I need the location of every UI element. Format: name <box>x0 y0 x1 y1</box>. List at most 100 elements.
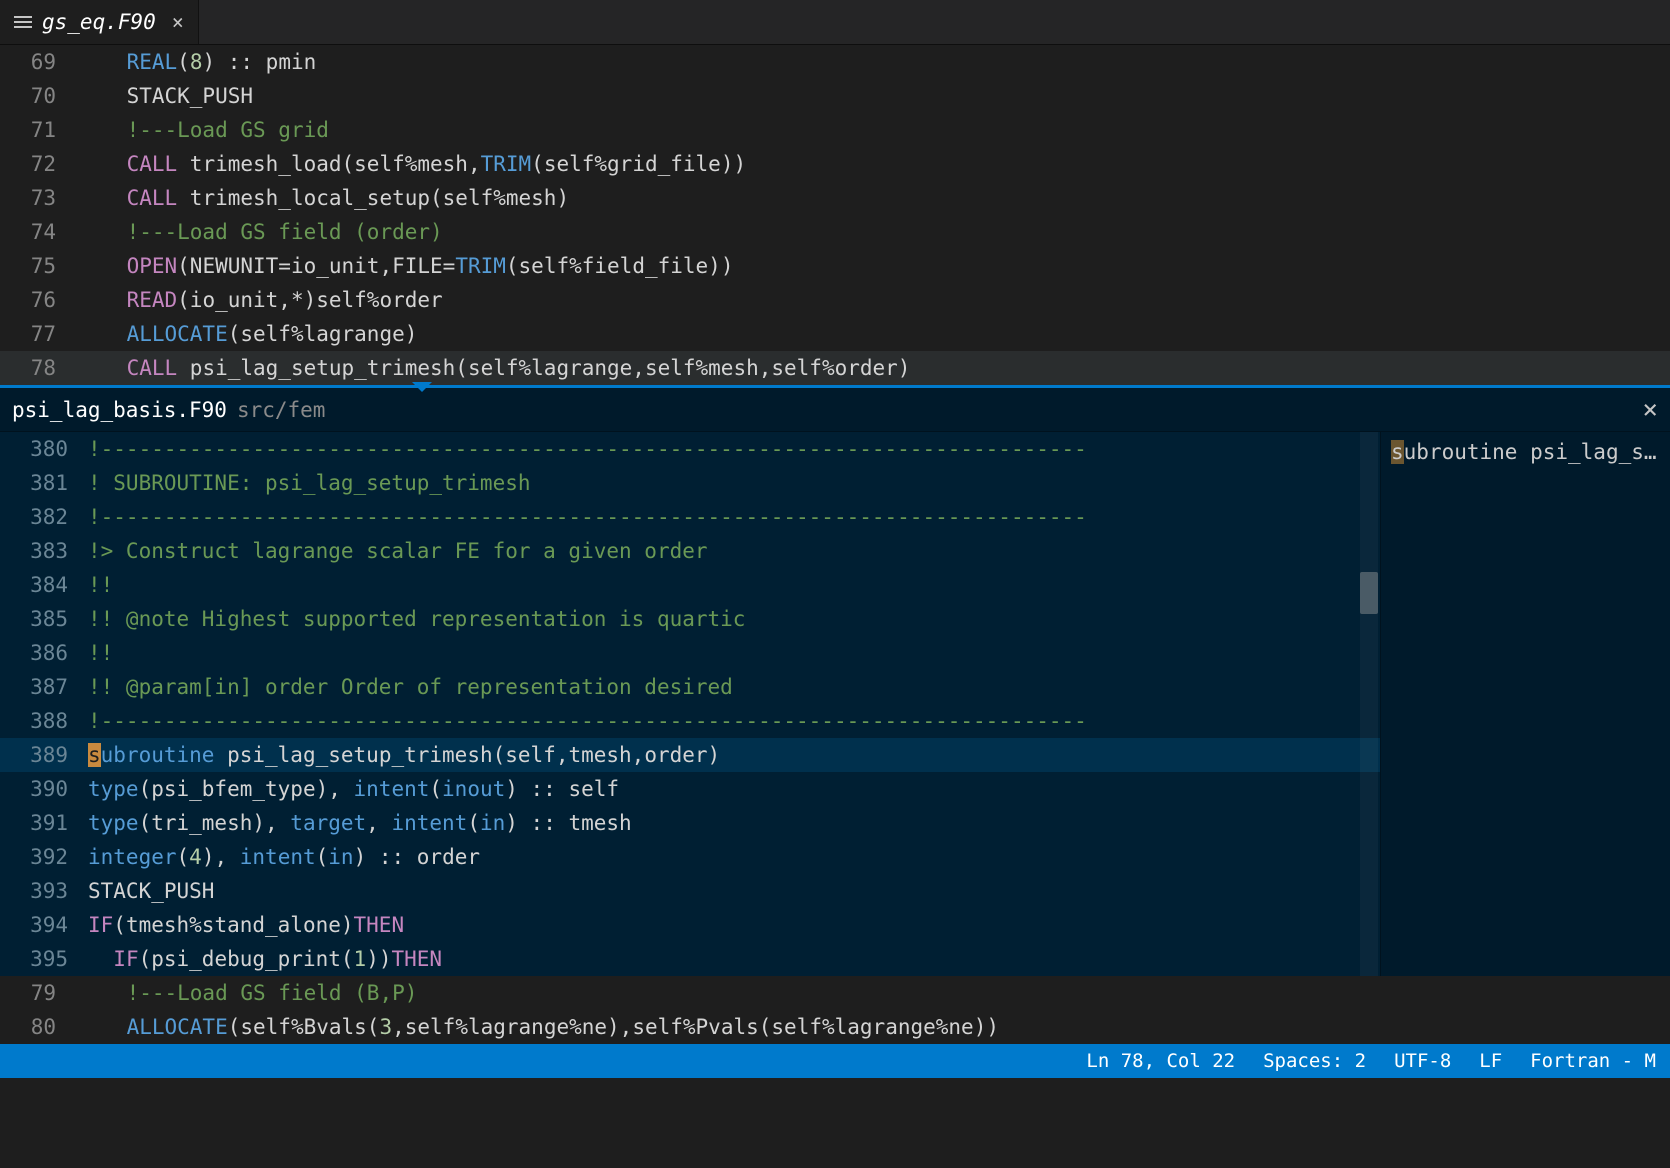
line-number: 70 <box>0 79 76 113</box>
code-line[interactable]: 76 READ(io_unit,*)self%order <box>0 283 1670 317</box>
code-text: ALLOCATE(self%lagrange) <box>76 317 1670 351</box>
code-text: !---------------------------------------… <box>88 704 1380 738</box>
editor-bottom[interactable]: 79 !---Load GS field (B,P)80 ALLOCATE(se… <box>0 976 1670 1044</box>
line-number: 390 <box>0 772 88 806</box>
line-number: 78 <box>0 351 76 385</box>
peek-filename: psi_lag_basis.F90 <box>12 398 227 422</box>
line-number: 395 <box>0 942 88 976</box>
code-text: !---------------------------------------… <box>88 500 1380 534</box>
peek-view: psi_lag_basis.F90 src/fem × 380!--------… <box>0 385 1670 976</box>
code-line[interactable]: 78 CALL psi_lag_setup_trimesh(self%lagra… <box>0 351 1670 385</box>
line-number: 80 <box>0 1010 76 1044</box>
line-number: 76 <box>0 283 76 317</box>
code-line[interactable]: 395 IF(psi_debug_print(1))THEN <box>0 942 1380 976</box>
code-text: ! SUBROUTINE: psi_lag_setup_trimesh <box>88 466 1380 500</box>
line-number: 77 <box>0 317 76 351</box>
code-line[interactable]: 390type(psi_bfem_type), intent(inout) ::… <box>0 772 1380 806</box>
code-text: !! <box>88 568 1380 602</box>
peek-header: psi_lag_basis.F90 src/fem × <box>0 388 1670 432</box>
code-text: IF(tmesh%stand_alone)THEN <box>88 908 1380 942</box>
code-text: integer(4), intent(in) :: order <box>88 840 1380 874</box>
code-line[interactable]: 381! SUBROUTINE: psi_lag_setup_trimesh <box>0 466 1380 500</box>
editor-tab[interactable]: gs_eq.F90 × <box>0 0 199 44</box>
code-text: !---Load GS field (B,P) <box>76 976 1670 1010</box>
code-line[interactable]: 77 ALLOCATE(self%lagrange) <box>0 317 1670 351</box>
code-text: READ(io_unit,*)self%order <box>76 283 1670 317</box>
code-line[interactable]: 71 !---Load GS grid <box>0 113 1670 147</box>
status-bar: Ln 78, Col 22 Spaces: 2 UTF-8 LF Fortran… <box>0 1044 1670 1078</box>
code-line[interactable]: 391type(tri_mesh), target, intent(in) ::… <box>0 806 1380 840</box>
code-text: !! @note Highest supported representatio… <box>88 602 1380 636</box>
code-text: CALL trimesh_local_setup(self%mesh) <box>76 181 1670 215</box>
scrollbar-thumb[interactable] <box>1360 572 1378 614</box>
code-line[interactable]: 382!------------------------------------… <box>0 500 1380 534</box>
code-line[interactable]: 394IF(tmesh%stand_alone)THEN <box>0 908 1380 942</box>
peek-filepath: src/fem <box>237 398 326 422</box>
code-text: !> Construct lagrange scalar FE for a gi… <box>88 534 1380 568</box>
line-number: 392 <box>0 840 88 874</box>
code-text: IF(psi_debug_print(1))THEN <box>88 942 1380 976</box>
code-text: REAL(8) :: pmin <box>76 45 1670 79</box>
line-number: 394 <box>0 908 88 942</box>
code-line[interactable]: 387!! @param[in] order Order of represen… <box>0 670 1380 704</box>
code-line[interactable]: 75 OPEN(NEWUNIT=io_unit,FILE=TRIM(self%f… <box>0 249 1670 283</box>
line-number: 386 <box>0 636 88 670</box>
code-line[interactable]: 392integer(4), intent(in) :: order <box>0 840 1380 874</box>
code-text: subroutine psi_lag_setup_trimesh(self,tm… <box>88 738 1380 772</box>
code-line[interactable]: 384!! <box>0 568 1380 602</box>
line-number: 383 <box>0 534 88 568</box>
code-line[interactable]: 383!> Construct lagrange scalar FE for a… <box>0 534 1380 568</box>
code-text: !! <box>88 636 1380 670</box>
code-line[interactable]: 79 !---Load GS field (B,P) <box>0 976 1670 1010</box>
line-number: 384 <box>0 568 88 602</box>
code-line[interactable]: 70 STACK_PUSH <box>0 79 1670 113</box>
peek-reference-list[interactable]: subroutine psi_lag_set… <box>1380 432 1670 976</box>
code-line[interactable]: 380!------------------------------------… <box>0 432 1380 466</box>
line-number: 69 <box>0 45 76 79</box>
line-number: 73 <box>0 181 76 215</box>
code-line[interactable]: 385!! @note Highest supported representa… <box>0 602 1380 636</box>
code-text: !! @param[in] order Order of representat… <box>88 670 1380 704</box>
line-number: 387 <box>0 670 88 704</box>
status-indent[interactable]: Spaces: 2 <box>1249 1050 1380 1072</box>
line-number: 74 <box>0 215 76 249</box>
code-text: CALL psi_lag_setup_trimesh(self%lagrange… <box>76 351 1670 385</box>
code-line[interactable]: 393STACK_PUSH <box>0 874 1380 908</box>
code-text: ALLOCATE(self%Bvals(3,self%lagrange%ne),… <box>76 1010 1670 1044</box>
code-line[interactable]: 389subroutine psi_lag_setup_trimesh(self… <box>0 738 1380 772</box>
code-text: CALL trimesh_load(self%mesh,TRIM(self%gr… <box>76 147 1670 181</box>
tab-bar: gs_eq.F90 × <box>0 0 1670 44</box>
code-line[interactable]: 388!------------------------------------… <box>0 704 1380 738</box>
code-line[interactable]: 80 ALLOCATE(self%Bvals(3,self%lagrange%n… <box>0 1010 1670 1044</box>
line-number: 389 <box>0 738 88 772</box>
code-text: !---Load GS field (order) <box>76 215 1670 249</box>
line-number: 72 <box>0 147 76 181</box>
status-language[interactable]: Fortran - M <box>1516 1050 1670 1072</box>
code-line[interactable]: 72 CALL trimesh_load(self%mesh,TRIM(self… <box>0 147 1670 181</box>
code-line[interactable]: 74 !---Load GS field (order) <box>0 215 1670 249</box>
peek-editor[interactable]: 380!------------------------------------… <box>0 432 1380 976</box>
code-text: STACK_PUSH <box>76 79 1670 113</box>
code-text: OPEN(NEWUNIT=io_unit,FILE=TRIM(self%fiel… <box>76 249 1670 283</box>
close-icon[interactable]: × <box>172 10 184 34</box>
close-icon[interactable]: × <box>1642 395 1658 425</box>
line-number: 393 <box>0 874 88 908</box>
status-position[interactable]: Ln 78, Col 22 <box>1072 1050 1249 1072</box>
code-text: type(tri_mesh), target, intent(in) :: tm… <box>88 806 1380 840</box>
tab-title: gs_eq.F90 <box>42 10 156 34</box>
scrollbar-track[interactable] <box>1360 432 1378 976</box>
line-number: 79 <box>0 976 76 1010</box>
peek-reference-item[interactable]: subroutine psi_lag_set… <box>1381 436 1670 468</box>
code-line[interactable]: 73 CALL trimesh_local_setup(self%mesh) <box>0 181 1670 215</box>
status-encoding[interactable]: UTF-8 <box>1380 1050 1465 1072</box>
menu-icon <box>14 16 32 28</box>
line-number: 385 <box>0 602 88 636</box>
line-number: 75 <box>0 249 76 283</box>
code-line[interactable]: 69 REAL(8) :: pmin <box>0 45 1670 79</box>
editor-top[interactable]: 69 REAL(8) :: pmin70 STACK_PUSH71 !---Lo… <box>0 44 1670 385</box>
code-text: !---------------------------------------… <box>88 432 1380 466</box>
code-text: type(psi_bfem_type), intent(inout) :: se… <box>88 772 1380 806</box>
status-eol[interactable]: LF <box>1465 1050 1516 1072</box>
code-line[interactable]: 386!! <box>0 636 1380 670</box>
line-number: 380 <box>0 432 88 466</box>
